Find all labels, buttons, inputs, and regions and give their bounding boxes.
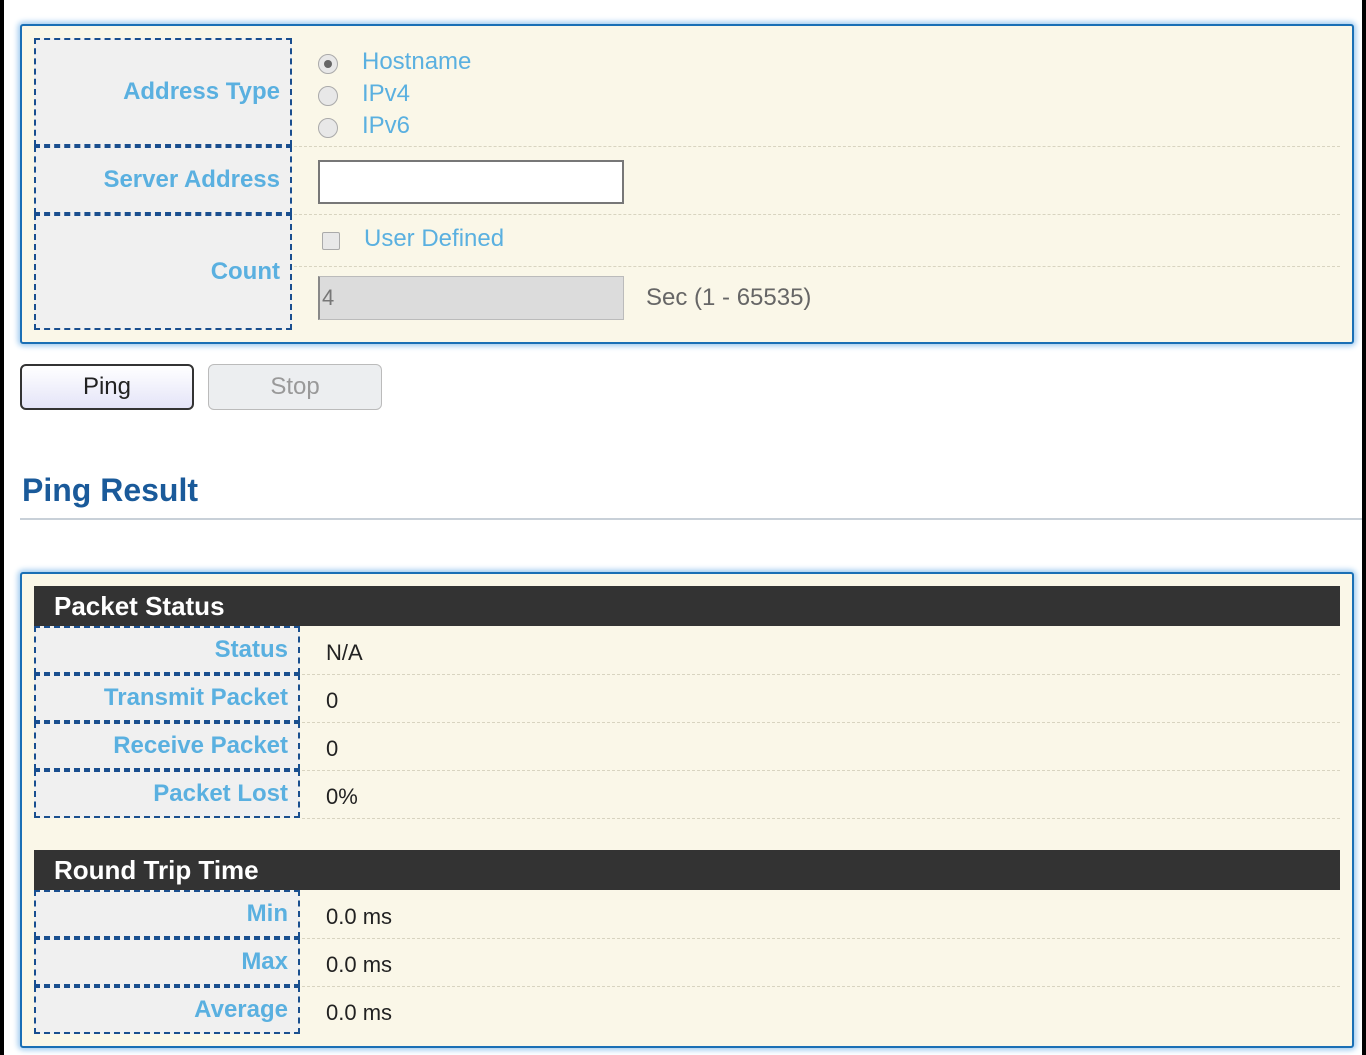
row-divider	[302, 674, 1340, 675]
row-divider	[302, 938, 1340, 939]
section-divider	[20, 518, 1362, 520]
user-defined-checkbox[interactable]	[322, 232, 340, 250]
ipv4-radio-label[interactable]: IPv4	[362, 80, 410, 108]
server-address-label: Server Address	[34, 146, 292, 214]
count-label-text: Count	[210, 258, 280, 285]
frame-border-left	[0, 0, 4, 1055]
min-label-text: Min	[246, 900, 288, 927]
packet-lost-value: 0%	[326, 784, 358, 809]
server-address-label-text: Server Address	[103, 166, 280, 193]
ipv6-radio-label[interactable]: IPv6	[362, 112, 410, 140]
ping-result-panel: Packet Status Status N/A Transmit Packet…	[20, 572, 1354, 1048]
ping-settings-panel: Address Type Hostname IPv4 IPv6 Server A…	[20, 24, 1354, 344]
max-label: Max	[34, 938, 300, 986]
ipv6-radio[interactable]	[318, 118, 338, 138]
transmit-packet-value: 0	[326, 688, 339, 713]
packet-status-header: Packet Status	[34, 586, 1340, 626]
min-value: 0.0 ms	[326, 904, 393, 929]
ipv4-radio[interactable]	[318, 86, 338, 106]
address-type-label: Address Type	[34, 38, 292, 146]
address-type-row: Hostname IPv4 IPv6	[294, 38, 1340, 147]
receive-packet-label-text: Receive Packet	[113, 732, 288, 759]
packet-lost-label-text: Packet Lost	[153, 780, 288, 807]
user-defined-label[interactable]: User Defined	[364, 225, 504, 253]
status-label: Status	[34, 626, 300, 674]
hostname-radio[interactable]	[318, 54, 338, 74]
server-address-input[interactable]	[318, 160, 624, 204]
max-label-text: Max	[241, 948, 288, 975]
receive-packet-label: Receive Packet	[34, 722, 300, 770]
ping-result-title: Ping Result	[22, 472, 199, 508]
round-trip-time-header: Round Trip Time	[34, 850, 1340, 890]
ping-button[interactable]: Ping	[20, 364, 194, 410]
transmit-packet-label: Transmit Packet	[34, 674, 300, 722]
count-unit-text: Sec (1 - 65535)	[646, 284, 812, 311]
hostname-radio-label[interactable]: Hostname	[362, 48, 471, 76]
status-label-text: Status	[214, 636, 288, 663]
status-value: N/A	[326, 640, 363, 665]
user-defined-row: User Defined	[294, 214, 1340, 267]
average-label: Average	[34, 986, 300, 1034]
receive-packet-value: 0	[326, 736, 339, 761]
row-divider	[302, 770, 1340, 771]
row-divider	[302, 818, 1340, 819]
frame-border-right	[1362, 0, 1366, 1055]
address-type-label-text: Address Type	[123, 78, 280, 105]
row-divider	[302, 722, 1340, 723]
average-value: 0.0 ms	[326, 1000, 393, 1025]
max-value: 0.0 ms	[326, 952, 393, 977]
count-input: 4	[318, 276, 624, 320]
average-label-text: Average	[194, 996, 288, 1023]
row-divider	[302, 986, 1340, 987]
packet-lost-label: Packet Lost	[34, 770, 300, 818]
count-label: Count	[34, 214, 292, 330]
transmit-packet-label-text: Transmit Packet	[103, 684, 288, 711]
stop-button: Stop	[208, 364, 382, 410]
min-label: Min	[34, 890, 300, 938]
